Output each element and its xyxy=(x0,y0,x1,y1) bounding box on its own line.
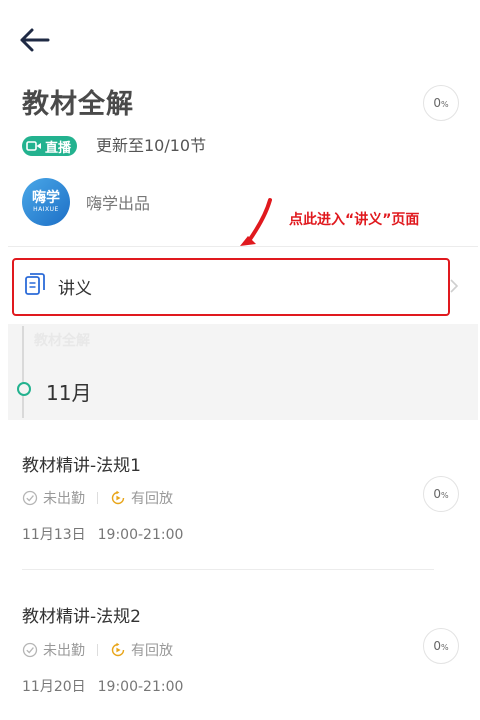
lesson-date: 11月20日 xyxy=(22,679,86,695)
lesson-time: 11月13日 19:00-21:00 xyxy=(22,524,183,544)
handout-label: 讲义 xyxy=(58,279,92,299)
section-divider xyxy=(8,246,478,247)
video-camera-icon xyxy=(26,141,41,151)
brand-name: 嗨学出品 xyxy=(86,194,151,213)
course-progress: 0% xyxy=(423,85,459,121)
replay-link[interactable]: 有回放 xyxy=(110,640,173,660)
live-badge-label: 直播 xyxy=(45,140,72,156)
lesson-divider xyxy=(22,569,434,570)
arrow-left-icon xyxy=(20,28,50,52)
lesson-title[interactable]: 教材精讲-法规1 xyxy=(22,451,141,476)
lesson-progress-value: 0 xyxy=(433,639,442,653)
brand-logo-en: HAIXUE xyxy=(33,205,59,213)
lesson-meta: 未出勤 有回放 xyxy=(22,488,173,508)
course-progress-unit: % xyxy=(441,99,449,109)
course-title: 教材全解 xyxy=(22,89,134,120)
lesson-date: 11月13日 xyxy=(22,527,86,543)
meta-separator xyxy=(97,492,98,504)
lesson-time-range: 19:00-21:00 xyxy=(97,679,184,695)
check-circle-icon xyxy=(22,490,38,506)
document-icon xyxy=(24,272,46,296)
live-badge: 直播 xyxy=(22,136,78,156)
replay-icon xyxy=(111,642,125,657)
replay-status: 有回放 xyxy=(131,491,173,507)
lesson-progress-value: 0 xyxy=(433,487,442,501)
check-circle-icon xyxy=(22,642,38,658)
brand-logo-cn: 嗨学 xyxy=(32,189,60,206)
replay-icon xyxy=(111,490,125,505)
update-status: 更新至10/10节 xyxy=(96,136,207,155)
replay-status: 有回放 xyxy=(131,643,173,659)
replay-link[interactable]: 有回放 xyxy=(110,488,173,508)
lesson-progress: 0% xyxy=(423,476,459,512)
annotation-text: 点此进入“讲义”页面 xyxy=(289,212,420,228)
course-progress-value: 0 xyxy=(433,96,442,110)
chevron-right-icon xyxy=(448,278,460,293)
lesson-title[interactable]: 教材精讲-法规2 xyxy=(22,602,141,627)
lesson-meta: 未出勤 有回放 xyxy=(22,640,173,660)
timeline-line xyxy=(22,326,24,418)
month-label: 11月 xyxy=(46,381,92,405)
brand-logo: 嗨学 HAIXUE xyxy=(22,178,70,226)
lesson-time-range: 19:00-21:00 xyxy=(97,527,184,543)
lesson-progress: 0% xyxy=(423,628,459,664)
annotation-arrow-icon xyxy=(236,196,276,250)
attendance-status: 未出勤 xyxy=(43,643,85,659)
back-button[interactable] xyxy=(16,22,56,58)
lesson-progress-unit: % xyxy=(441,490,449,500)
lesson-time: 11月20日 19:00-21:00 xyxy=(22,676,183,696)
attendance-status: 未出勤 xyxy=(43,491,85,507)
lesson-progress-unit: % xyxy=(441,642,449,652)
timeline-faded-label: 教材全解 xyxy=(34,333,90,349)
meta-separator xyxy=(97,644,98,656)
timeline-dot xyxy=(17,382,31,396)
